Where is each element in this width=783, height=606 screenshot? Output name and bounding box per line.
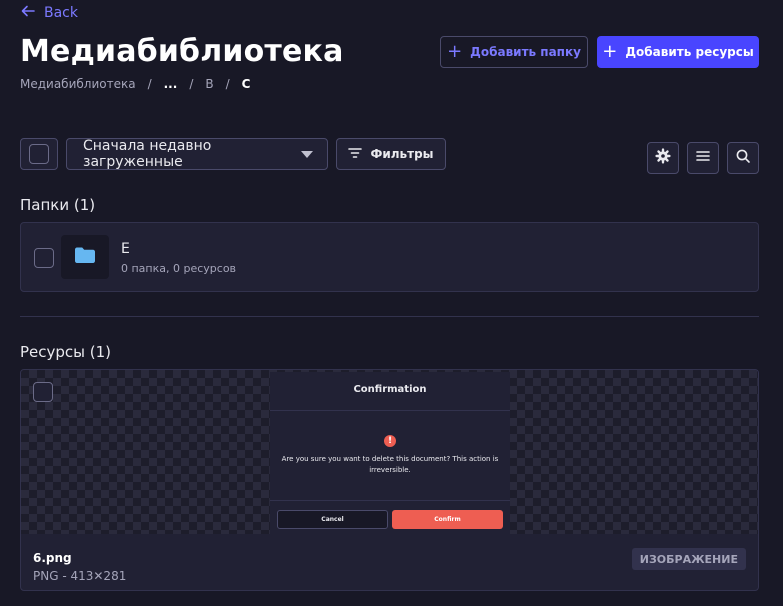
search-icon [735,148,751,168]
plus-icon: + [602,41,618,62]
add-folder-button[interactable]: + Добавить папку [440,36,588,68]
breadcrumb: Медиабиблиотека / ... / B / C [20,77,250,91]
preview-confirmation-dialog: Confirmation ! Are you sure you want to … [270,372,510,534]
breadcrumb-separator: / [147,77,152,91]
back-label: Back [44,5,78,21]
sort-select-value: Сначала недавно загруженные [83,138,212,170]
page-title: Медиабиблиотека [20,34,344,69]
caret-down-icon [301,150,313,158]
breadcrumb-item-ellipsis[interactable]: ... [164,77,178,91]
add-assets-label: Добавить ресурсы [625,45,754,59]
breadcrumb-item-b[interactable]: B [205,77,213,91]
gear-icon [655,148,671,168]
filters-label: Фильтры [370,147,434,161]
warning-icon: ! [384,435,396,447]
list-view-icon [695,148,711,168]
breadcrumb-item-root[interactable]: Медиабиблиотека [20,77,136,91]
settings-button[interactable] [647,142,679,174]
folder-icon [74,246,96,268]
assets-heading: Ресурсы (1) [20,343,112,361]
plus-icon: + [447,41,463,62]
preview-confirm-button: Confirm [392,510,503,529]
add-folder-label: Добавить папку [470,45,581,59]
media-library-page: Back Медиабиблиотека + Добавить папку + … [0,0,783,606]
asset-meta: PNG - 413✕281 [33,569,127,583]
add-assets-button[interactable]: + Добавить ресурсы [597,36,759,68]
filters-button[interactable]: Фильтры [336,138,446,170]
select-all-checkbox[interactable] [29,144,49,164]
sort-select[interactable]: Сначала недавно загруженные [66,138,328,170]
asset-name: 6.png [33,551,72,565]
filter-icon [348,147,363,162]
folder-checkbox[interactable] [34,248,54,268]
folder-name[interactable]: E [121,241,130,257]
folder-card[interactable]: E 0 папка, 0 ресурсов [20,222,759,292]
back-link[interactable]: Back [20,3,78,23]
folders-heading: Папки (1) [20,196,96,214]
preview-divider [270,410,510,411]
breadcrumb-separator: / [225,77,230,91]
breadcrumb-separator: / [189,77,194,91]
folder-meta: 0 папка, 0 ресурсов [121,262,237,275]
breadcrumb-item-current: C [241,77,251,91]
asset-card[interactable]: Confirmation ! Are you sure you want to … [20,369,759,591]
folder-thumbnail [61,235,109,279]
arrow-left-icon [20,3,36,23]
search-button[interactable] [727,142,759,174]
preview-cancel-button: Cancel [277,510,388,529]
preview-dialog-title: Confirmation [353,384,427,395]
list-view-button[interactable] [687,142,719,174]
preview-dialog-message: Are you sure you want to delete this doc… [281,455,499,474]
preview-divider [270,500,510,501]
select-all-container [20,138,58,170]
section-divider [20,316,759,317]
asset-checkbox[interactable] [33,382,53,402]
asset-type-badge: ИЗОБРАЖЕНИЕ [631,548,746,570]
asset-preview: Confirmation ! Are you sure you want to … [21,370,758,534]
